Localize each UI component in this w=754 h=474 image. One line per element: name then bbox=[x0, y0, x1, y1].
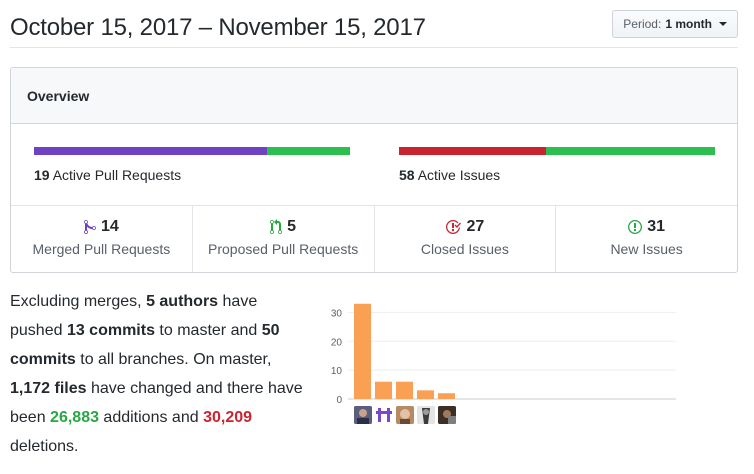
master-commits-count[interactable]: 13 commits bbox=[67, 322, 155, 339]
git-pull-request-icon bbox=[270, 219, 283, 235]
author-avatar[interactable] bbox=[354, 406, 372, 424]
proposed-pr-label: Proposed Pull Requests bbox=[208, 241, 359, 257]
author-commit-bar[interactable] bbox=[375, 381, 392, 399]
pull-requests-label: 19 Active Pull Requests bbox=[34, 167, 350, 183]
open-pr-segment bbox=[266, 147, 350, 155]
pull-requests-bar bbox=[34, 147, 350, 155]
deletions-count: 30,209 bbox=[203, 409, 253, 426]
overview-stats: 14 Merged Pull Requests 5 Proposed Pull … bbox=[11, 206, 737, 272]
open-issues-segment bbox=[546, 147, 715, 155]
author-avatar[interactable] bbox=[375, 406, 393, 424]
summary-text: to all branches. On master, bbox=[75, 351, 272, 368]
closed-issues-segment bbox=[399, 147, 547, 155]
summary-text: additions bbox=[98, 409, 168, 426]
period-dropdown-button[interactable]: Period: 1 month bbox=[612, 10, 738, 38]
additions-count: 26,883 bbox=[50, 409, 99, 426]
issues-summary[interactable]: 58 Active Issues bbox=[399, 124, 715, 183]
files-changed-count: 1,172 files bbox=[10, 380, 87, 397]
issue-opened-icon bbox=[628, 219, 643, 235]
proposed-pr-count: 5 bbox=[287, 218, 297, 235]
merged-pr-segment bbox=[34, 147, 267, 155]
new-issues-count: 31 bbox=[647, 218, 666, 235]
issue-closed-icon bbox=[445, 219, 462, 235]
summary-text: Excluding merges, bbox=[10, 293, 147, 310]
period-prefix: Period: bbox=[623, 17, 662, 31]
authors-count[interactable]: 5 authors bbox=[146, 293, 218, 310]
git-merge-icon bbox=[83, 219, 96, 235]
y-tick-label: 10 bbox=[331, 366, 343, 377]
author-commit-bar[interactable] bbox=[417, 390, 434, 399]
issues-bar bbox=[399, 147, 715, 155]
summary-text: . bbox=[74, 438, 79, 455]
author-avatar[interactable] bbox=[396, 406, 414, 424]
page-title: October 15, 2017 – November 15, 2017 bbox=[10, 14, 426, 41]
new-issues-label: New Issues bbox=[610, 241, 683, 257]
author-commit-bar[interactable] bbox=[354, 303, 371, 399]
y-tick-label: 0 bbox=[336, 395, 342, 406]
merged-pull-requests-stat[interactable]: 14 Merged Pull Requests bbox=[11, 206, 193, 272]
caret-down-icon bbox=[719, 22, 727, 26]
active-pr-text: Active Pull Requests bbox=[52, 167, 182, 183]
overview-box: Overview 19 Active Pull Requests 58 Acti… bbox=[10, 67, 738, 273]
summary-text: deletions bbox=[10, 438, 75, 455]
author-commit-bar[interactable] bbox=[396, 381, 413, 399]
summary-text: to master and bbox=[154, 322, 262, 339]
commit-summary: Excluding merges, 5 authors have pushed … bbox=[10, 287, 310, 461]
merged-pr-count: 14 bbox=[100, 218, 119, 235]
summary-text: and bbox=[167, 409, 204, 426]
new-issues-stat[interactable]: 31 New Issues bbox=[556, 206, 737, 272]
closed-issues-label: Closed Issues bbox=[420, 241, 509, 257]
merged-pr-label: Merged Pull Requests bbox=[32, 241, 171, 257]
pull-requests-summary[interactable]: 19 Active Pull Requests bbox=[34, 124, 350, 183]
active-pr-count: 19 bbox=[34, 167, 50, 183]
closed-issues-stat[interactable]: 27 Closed Issues bbox=[375, 206, 557, 272]
y-tick-label: 30 bbox=[331, 308, 343, 319]
overview-title: Overview bbox=[27, 88, 90, 104]
overview-header: Overview bbox=[11, 68, 737, 124]
author-commit-bar[interactable] bbox=[438, 393, 455, 399]
y-tick-label: 20 bbox=[331, 337, 343, 348]
issues-label: 58 Active Issues bbox=[399, 167, 715, 183]
author-avatar[interactable] bbox=[438, 406, 456, 424]
active-issues-count: 58 bbox=[399, 167, 415, 183]
author-avatar[interactable] bbox=[417, 406, 435, 424]
overview-summary: 19 Active Pull Requests 58 Active Issues bbox=[11, 124, 737, 206]
header: October 15, 2017 – November 15, 2017 Per… bbox=[10, 8, 738, 48]
period-value: 1 month bbox=[665, 17, 712, 31]
active-issues-text: Active Issues bbox=[417, 167, 501, 183]
proposed-pull-requests-stat[interactable]: 5 Proposed Pull Requests bbox=[193, 206, 375, 272]
closed-issues-count: 27 bbox=[466, 218, 485, 235]
